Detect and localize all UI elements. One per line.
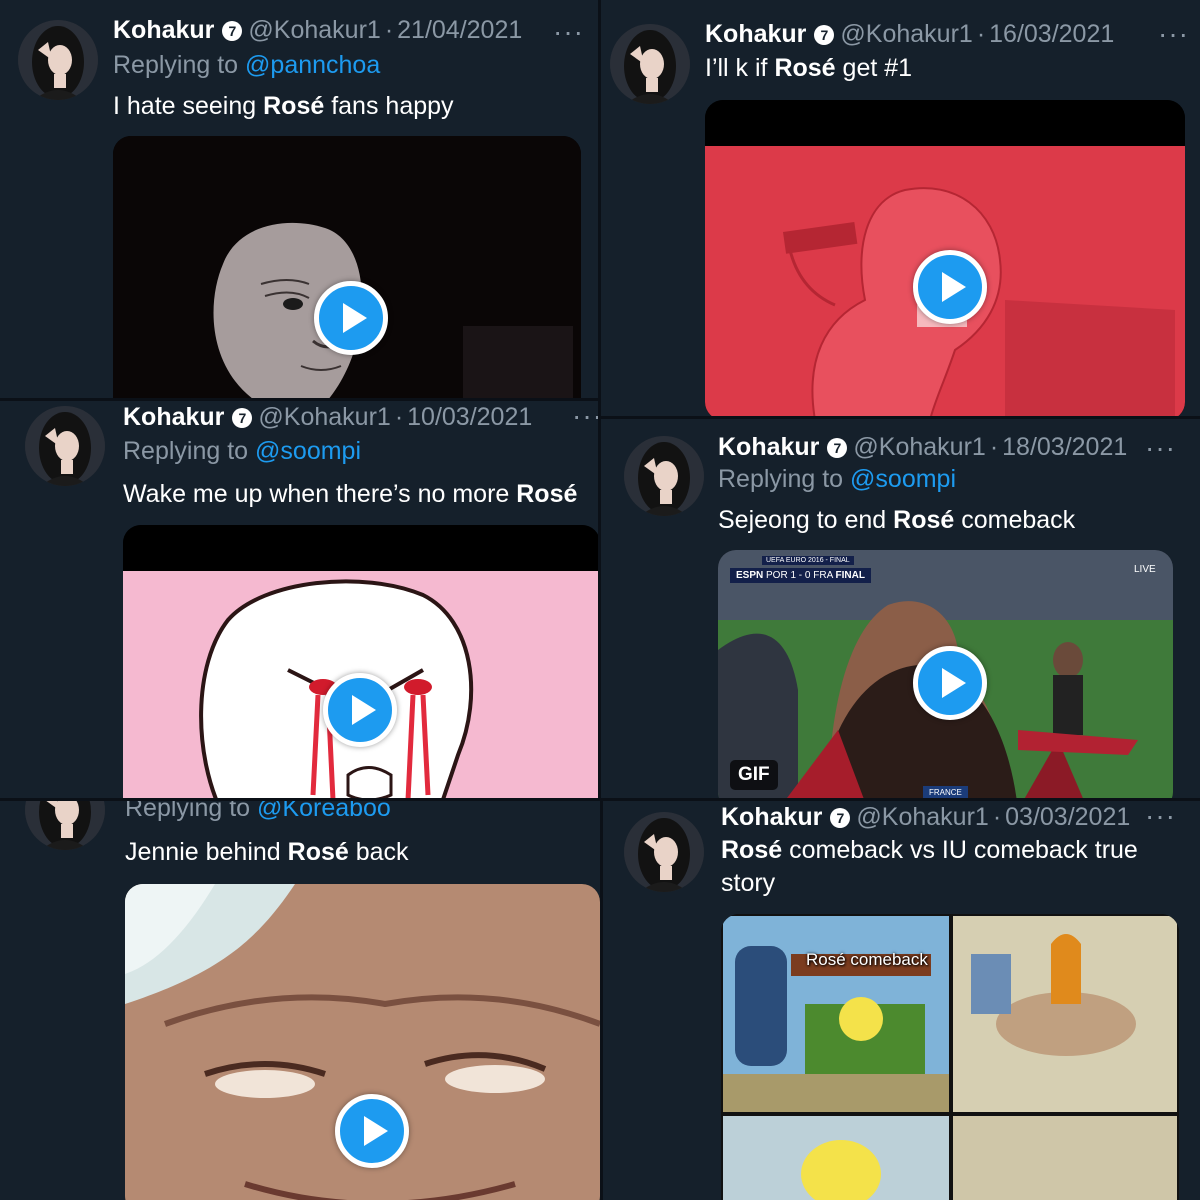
more-options-icon[interactable]: ··· (572, 402, 600, 430)
live-label: LIVE (1134, 564, 1156, 575)
tweet-video[interactable] (123, 525, 600, 798)
avatar[interactable] (624, 436, 704, 516)
more-options-icon[interactable]: ··· (1145, 802, 1176, 830)
badge-icon: 7 (232, 408, 253, 428)
tweet-video[interactable] (113, 136, 581, 398)
more-options-icon[interactable]: ··· (553, 18, 584, 46)
tweet-text: Sejeong to end Rosé comeback (718, 506, 1076, 534)
badge-icon: 7 (830, 808, 851, 828)
scoreboard: ESPN POR 1 - 0 FRA FINAL (730, 568, 871, 583)
tweet-date[interactable]: 03/03/2021 (1005, 803, 1130, 831)
avatar[interactable] (18, 20, 98, 100)
replying-to: Replying to @pannchoa (113, 50, 380, 80)
divider (600, 800, 603, 1200)
replying-to-label: Replying to (718, 465, 844, 493)
tweet-video[interactable] (705, 100, 1185, 416)
play-icon[interactable] (323, 673, 397, 747)
play-icon[interactable] (314, 281, 388, 355)
tweet-6: Kohakur 7 @Kohakur1 · 03/03/2021 ··· Rosé co… (602, 800, 1200, 1200)
tweet-date[interactable]: 10/03/2021 (407, 403, 532, 431)
avatar[interactable] (624, 812, 704, 892)
tweet-text: Rosé comeback vs IU comeback true story (721, 836, 1138, 897)
more-options-icon[interactable]: ··· (1145, 434, 1176, 462)
user-handle[interactable]: @Kohakur1 (248, 16, 380, 44)
replying-to-label: Replying to (125, 800, 251, 822)
user-handle[interactable]: @Kohakur1 (853, 433, 985, 461)
comeback-sign: Rosé comeback (806, 950, 928, 969)
tweet-header: Kohakur 7 @Kohakur1 · 21/04/2021 (113, 15, 522, 45)
user-name[interactable]: Kohakur (113, 16, 214, 44)
event-label: UEFA EURO 2016 - FINAL (762, 556, 854, 565)
tweet-date[interactable]: 18/03/2021 (1002, 433, 1127, 461)
play-icon[interactable] (913, 250, 987, 324)
gif-badge: GIF (730, 760, 778, 790)
replying-to: Replying to @soompi (718, 464, 956, 494)
separator-dot: · (989, 433, 999, 461)
user-name[interactable]: Kohakur (123, 403, 224, 431)
tweet-gif[interactable]: ESPN POR 1 - 0 FRA FINAL UEFA EURO 2016 … (718, 550, 1173, 798)
badge-icon: 7 (827, 438, 848, 458)
user-name[interactable]: Kohakur (705, 20, 806, 48)
tweet-5: Replying to @Koreaboo Jennie behind Rosé… (0, 800, 600, 1200)
more-options-icon[interactable]: ··· (1158, 20, 1189, 48)
tweet-2: Kohakur 7 @Kohakur1 · 16/03/2021 ··· I’ll k … (600, 0, 1200, 416)
avatar[interactable] (610, 24, 690, 104)
tweet-header: Kohakur 7 @Kohakur1 · 10/03/2021 (123, 402, 532, 432)
play-icon[interactable] (335, 1094, 409, 1168)
user-handle[interactable]: @Kohakur1 (856, 803, 988, 831)
tweet-image[interactable]: Rosé comeback (721, 914, 1179, 1200)
separator-dot: · (976, 20, 986, 48)
mention-link[interactable]: @soompi (850, 465, 956, 493)
separator-dot: · (394, 403, 404, 431)
user-name[interactable]: Kohakur (718, 433, 819, 461)
tweet-text: I hate seeing Rosé fans happy (113, 92, 454, 120)
tweet-date[interactable]: 16/03/2021 (989, 20, 1114, 48)
mention-link[interactable]: @pannchoa (245, 51, 380, 79)
replying-to: Replying to @soompi (123, 436, 361, 466)
tweet-date[interactable]: 21/04/2021 (397, 16, 522, 44)
avatar[interactable] (25, 406, 105, 486)
tweet-text: I’ll k if Rosé get #1 (705, 54, 913, 82)
banner-label: FRANCE (923, 786, 968, 798)
tweet-text: Jennie behind Rosé back (125, 838, 409, 866)
divider (0, 398, 600, 401)
separator-dot: · (992, 803, 1002, 831)
separator-dot: · (384, 16, 394, 44)
tweet-video[interactable] (125, 884, 600, 1200)
tweet-1: Kohakur 7 @Kohakur1 · 21/04/2021 ··· Replyin… (0, 0, 598, 398)
mention-link[interactable]: @Koreaboo (257, 800, 391, 822)
tweet-header: Kohakur 7 @Kohakur1 · 03/03/2021 (721, 802, 1130, 832)
tweet-header: Kohakur 7 @Kohakur1 · 16/03/2021 (705, 19, 1114, 49)
user-name[interactable]: Kohakur (721, 803, 822, 831)
play-icon[interactable] (913, 646, 987, 720)
user-handle[interactable]: @Kohakur1 (840, 20, 972, 48)
user-handle[interactable]: @Kohakur1 (258, 403, 390, 431)
badge-icon: 7 (814, 25, 835, 45)
replying-to: Replying to @Koreaboo (125, 800, 391, 823)
divider (600, 416, 1200, 419)
replying-to-label: Replying to (123, 437, 249, 465)
tweet-4: Kohakur 7 @Kohakur1 · 18/03/2021 ··· Replyin… (602, 418, 1200, 798)
badge-icon: 7 (222, 21, 243, 41)
replying-to-label: Replying to (113, 51, 239, 79)
mention-link[interactable]: @soompi (255, 437, 361, 465)
tweet-text: Wake me up when there’s no more Rosé (123, 480, 578, 508)
tweet-3: Kohakur 7 @Kohakur1 · 10/03/2021 ··· Replyin… (0, 400, 600, 798)
avatar[interactable] (25, 800, 105, 850)
tweet-header: Kohakur 7 @Kohakur1 · 18/03/2021 (718, 432, 1127, 462)
